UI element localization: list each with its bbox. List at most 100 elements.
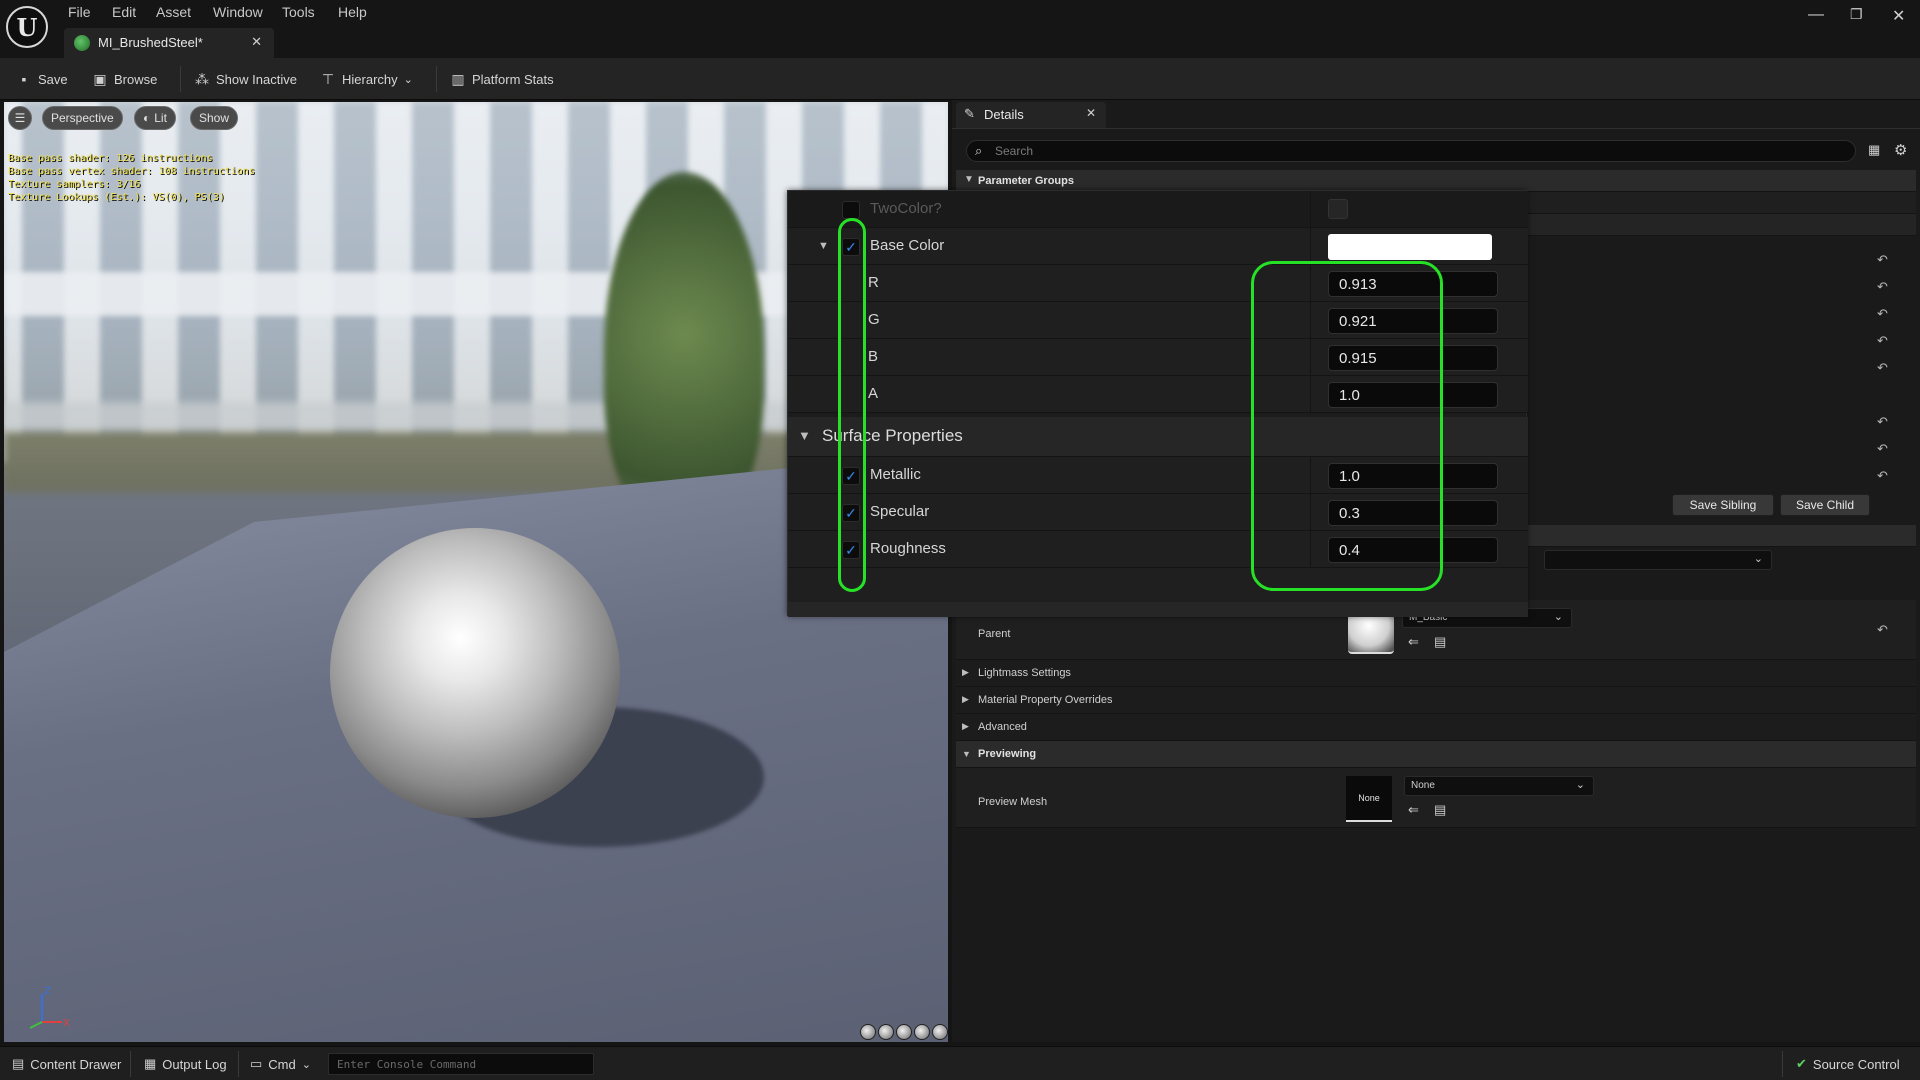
source-control-label: Source Control (1812, 1056, 1900, 1072)
chevron-down-icon: ⌄ (403, 73, 413, 86)
close-tab-icon[interactable]: ✕ (251, 34, 262, 50)
search-placeholder: Search (995, 144, 1034, 158)
save-icon: ▪ (21, 71, 27, 87)
status-divider (130, 1051, 131, 1077)
chevron-down-icon: ⌄ (301, 1058, 311, 1071)
use-selected-asset-icon[interactable]: ⇐ (1408, 634, 1419, 650)
show-button[interactable]: Show (190, 106, 239, 130)
show-inactive-button[interactable]: ⁂ Show Inactive (194, 68, 297, 90)
use-selected-asset-icon[interactable]: ⇐ (1408, 802, 1419, 818)
terminal-icon: ▭ (250, 1056, 263, 1071)
console-command-input[interactable]: Enter Console Command (328, 1053, 594, 1075)
channel-r-label: R (868, 274, 879, 291)
hidden-dropdown[interactable]: ⌄ (1544, 550, 1772, 570)
browse-asset-icon[interactable]: ▤ (1434, 802, 1446, 818)
hierarchy-icon: ⊤ (321, 71, 335, 87)
advanced-row[interactable]: ▶ Advanced (956, 714, 1916, 741)
restore-icon[interactable]: ❐ (1850, 6, 1863, 23)
search-icon: ⌕ (975, 143, 983, 158)
parameter-groups-section[interactable]: ▼ Parameter Groups (956, 170, 1916, 192)
table-view-icon[interactable]: ▦ (1868, 142, 1880, 158)
save-button[interactable]: ▪ Save (16, 68, 68, 90)
details-tab-label: Details (984, 107, 1024, 122)
pencil-icon: ✎ (964, 106, 975, 121)
browse-button[interactable]: ▣ Browse (92, 68, 157, 90)
menu-help[interactable]: Help (338, 4, 367, 20)
preview-cube-icon[interactable] (914, 1024, 930, 1040)
reset-to-default-icon[interactable]: ↶ (1877, 414, 1888, 430)
channel-b-label: B (868, 348, 879, 365)
reset-to-default-icon[interactable]: ↶ (1877, 468, 1888, 484)
browse-label: Browse (114, 71, 158, 87)
twocolor-value-checkbox[interactable] (1328, 199, 1348, 219)
perspective-button[interactable]: Perspective (42, 106, 123, 130)
preview-custom-icon[interactable] (932, 1024, 948, 1040)
roughness-label: Roughness (870, 540, 946, 557)
document-tab[interactable]: MI_BrushedSteel* ✕ (64, 28, 274, 58)
tab-divider (952, 128, 1920, 129)
browse-asset-icon[interactable]: ▤ (1434, 634, 1446, 650)
menu-tools[interactable]: Tools (282, 4, 315, 20)
reset-to-default-icon[interactable]: ↶ (1877, 622, 1888, 638)
preview-shape-buttons (860, 1024, 948, 1040)
document-tab-label: MI_BrushedSteel* (98, 35, 203, 50)
collapse-arrow-icon: ▼ (962, 749, 971, 759)
material-property-overrides-row[interactable]: ▶ Material Property Overrides (956, 687, 1916, 714)
preview-mesh-thumbnail[interactable]: None (1346, 776, 1392, 822)
menu-edit[interactable]: Edit (112, 4, 136, 20)
material-instance-icon (74, 35, 90, 51)
preview-cylinder-icon[interactable] (860, 1024, 876, 1040)
reset-to-default-icon[interactable]: ↶ (1877, 441, 1888, 457)
source-control-button[interactable]: ✔ Source Control (1796, 1056, 1900, 1072)
preview-mesh-thumb-label: None (1358, 793, 1380, 803)
close-details-icon[interactable]: ✕ (1086, 106, 1096, 120)
lit-icon: ◐ (143, 111, 151, 125)
lit-button[interactable]: ◐ Lit (134, 106, 176, 130)
content-drawer-icon: ▤ (12, 1056, 25, 1071)
preview-sphere-icon[interactable] (878, 1024, 894, 1040)
hierarchy-dropdown[interactable]: ⊤ Hierarchy ⌄ (320, 68, 413, 90)
save-sibling-button[interactable]: Save Sibling (1672, 494, 1774, 516)
save-child-button[interactable]: Save Child (1780, 494, 1870, 516)
viewport-options-button[interactable]: ☰ (8, 106, 32, 130)
preview-mesh-dropdown[interactable]: None ⌄ (1404, 776, 1594, 796)
base-color-swatch[interactable] (1328, 234, 1492, 260)
chevron-down-icon: ⌄ (1553, 611, 1563, 623)
twocolor-checkbox[interactable]: ✓ (842, 201, 860, 219)
previewing-section[interactable]: ▼ Previewing (956, 741, 1916, 768)
stat-line: Base pass vertex shader: 108 instruction… (8, 166, 255, 177)
close-window-icon[interactable]: ✕ (1892, 6, 1905, 26)
overlay-footer (788, 602, 1528, 617)
channel-a-label: A (868, 385, 879, 402)
reset-to-default-icon[interactable]: ↶ (1877, 306, 1888, 322)
unreal-logo-icon[interactable]: U (6, 6, 48, 48)
minimize-icon[interactable]: — (1808, 6, 1824, 24)
stat-line: Base pass shader: 126 instructions (8, 153, 213, 164)
preview-plane-icon[interactable] (896, 1024, 912, 1040)
settings-gear-icon[interactable]: ⚙ (1894, 141, 1907, 159)
parameter-groups-label: Parameter Groups (978, 175, 1074, 187)
details-tab[interactable]: ✎ Details ✕ (956, 102, 1106, 128)
platform-stats-icon: ▥ (451, 71, 465, 87)
platform-stats-button[interactable]: ▥ Platform Stats (450, 68, 553, 90)
output-log-button[interactable]: ▦ Output Log (144, 1056, 227, 1072)
cmd-dropdown[interactable]: ▭ Cmd ⌄ (250, 1056, 311, 1072)
collapse-arrow-icon[interactable]: ▼ (818, 240, 829, 252)
reset-to-default-icon[interactable]: ↶ (1877, 360, 1888, 376)
axis-gizmo-icon: Z X (29, 986, 70, 1029)
lightmass-settings-row[interactable]: ▶ Lightmass Settings (956, 660, 1916, 687)
specular-label: Specular (870, 503, 930, 520)
content-drawer-button[interactable]: ▤ Content Drawer (12, 1056, 121, 1072)
previewing-label: Previewing (978, 748, 1037, 760)
reset-to-default-icon[interactable]: ↶ (1877, 252, 1888, 268)
reset-to-default-icon[interactable]: ↶ (1877, 279, 1888, 295)
toolbar-divider (436, 66, 437, 92)
menu-asset[interactable]: Asset (156, 4, 191, 20)
details-search-input[interactable]: ⌕ Search (966, 140, 1856, 162)
preview-sphere[interactable] (330, 528, 620, 818)
reset-to-default-icon[interactable]: ↶ (1877, 333, 1888, 349)
menu-file[interactable]: File (68, 4, 91, 20)
chevron-down-icon: ⌄ (1753, 553, 1763, 565)
console-placeholder: Enter Console Command (337, 1058, 477, 1071)
menu-window[interactable]: Window (213, 4, 263, 20)
